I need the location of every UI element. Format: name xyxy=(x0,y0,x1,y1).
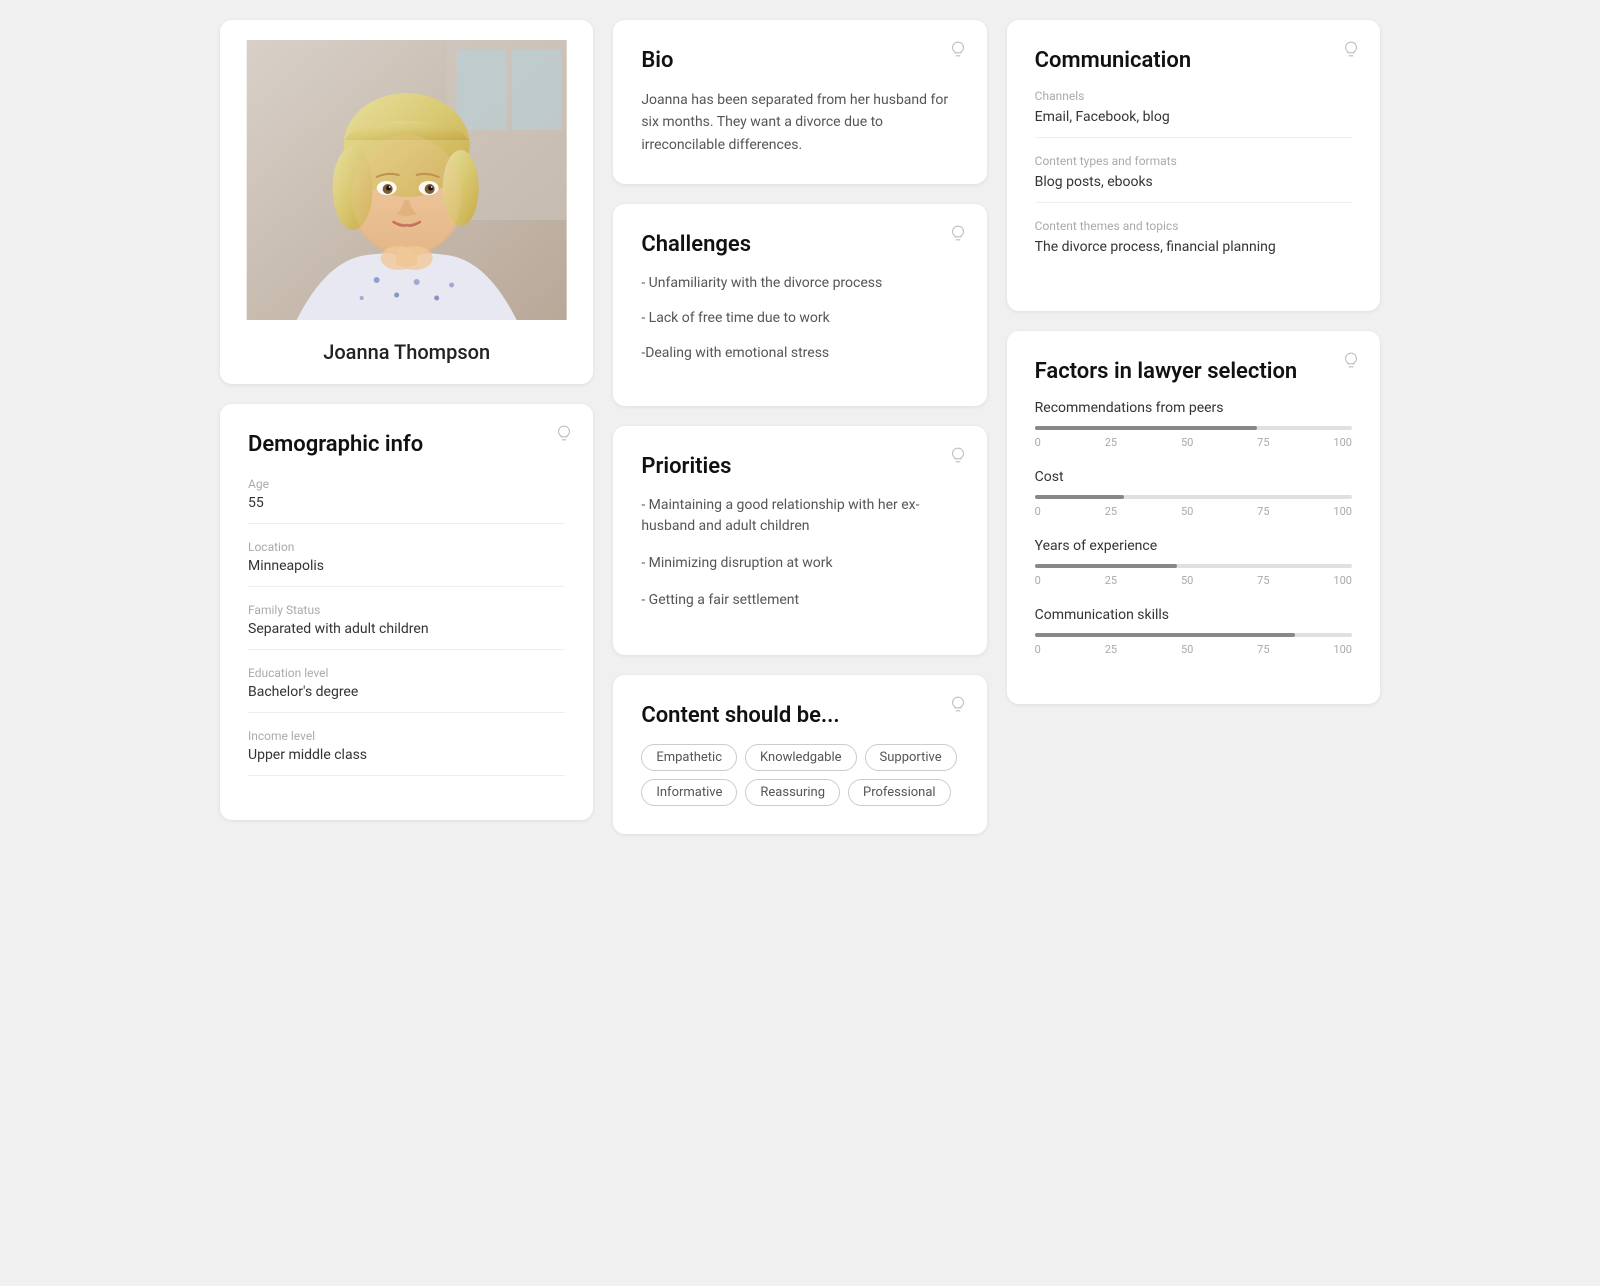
factor-fill-proper xyxy=(1035,564,1178,568)
demographic-icon xyxy=(555,424,573,446)
demo-field-value: Minneapolis xyxy=(248,558,565,587)
demo-field-label: Family Status xyxy=(248,603,565,617)
demo-field: Income level Upper middle class xyxy=(248,729,565,776)
demo-field: Age 55 xyxy=(248,477,565,524)
factor-label-proper: Cost xyxy=(1035,469,1352,485)
content-should-be-card: Content should be... Empathetic Knowledgab… xyxy=(613,675,986,834)
demo-field: Family Status Separated with adult childr… xyxy=(248,603,565,650)
communication-title: Communication xyxy=(1035,48,1352,73)
challenges-icon xyxy=(949,224,967,246)
content-tag-proper: Professional xyxy=(848,779,951,806)
column-1: Joanna Thompson Demographic info Age 55 Loca… xyxy=(220,20,593,834)
priorities-icon xyxy=(949,446,967,468)
demographic-title-proper: Demographic info xyxy=(248,432,565,457)
challenge-item: - Lack of free time due to work xyxy=(641,308,958,329)
communication-card: Communication Channels Email, Facebook, bl… xyxy=(1007,20,1380,311)
content-should-be-icon xyxy=(949,695,967,717)
priority-item-proper: - Minimizing disruption at work xyxy=(641,553,958,574)
demo-field: Location Minneapolis xyxy=(248,540,565,587)
tags-container-proper: Empathetic Knowledgable Supportive Informat… xyxy=(641,744,958,806)
factor-track-proper xyxy=(1035,426,1352,430)
bio-title: Bio xyxy=(641,48,958,73)
comm-section-proper: Channels Email, Facebook, blog xyxy=(1035,89,1352,138)
demographic-card-proper: Demographic info Age 55 Location Minneapolis… xyxy=(220,404,593,820)
proper-grid: Joanna Thompson Demographic info Age 55 Loca… xyxy=(220,20,1380,834)
factor-fill-proper xyxy=(1035,495,1124,499)
content-tag-proper: Supportive xyxy=(865,744,957,771)
comm-label-proper: Content themes and topics xyxy=(1035,219,1352,233)
demo-field-value: Bachelor's degree xyxy=(248,684,565,713)
factor-label-proper: Communication skills xyxy=(1035,607,1352,623)
comm-label-proper: Channels xyxy=(1035,89,1352,103)
demo-field-label: Education level xyxy=(248,666,565,680)
lawyer-selection-title: Factors in lawyer selection xyxy=(1035,359,1352,384)
demo-field-label: Income level xyxy=(248,729,565,743)
factor-fill-proper xyxy=(1035,633,1295,637)
demo-field: Education level Bachelor's degree xyxy=(248,666,565,713)
bio-icon xyxy=(949,40,967,62)
factor-label-proper: Years of experience xyxy=(1035,538,1352,554)
factor-track-proper xyxy=(1035,564,1352,568)
factor-scale-proper: 0255075100 xyxy=(1035,643,1352,656)
content-tag-proper: Empathetic xyxy=(641,744,737,771)
column-3: Communication Channels Email, Facebook, bl… xyxy=(1007,20,1380,834)
communication-icon xyxy=(1342,40,1360,62)
bio-text-proper: Joanna has been separated from her husba… xyxy=(641,89,958,156)
factor-scale-proper: 0255075100 xyxy=(1035,574,1352,587)
comm-section-proper: Content types and formats Blog posts, ebo… xyxy=(1035,154,1352,203)
content-tag-proper: Informative xyxy=(641,779,737,806)
demo-field-value: 55 xyxy=(248,495,565,524)
challenge-item: - Unfamiliarity with the divorce process xyxy=(641,273,958,294)
profile-card-proper: Joanna Thompson xyxy=(220,20,593,384)
factor-item-proper: Recommendations from peers 0255075100 xyxy=(1035,400,1352,449)
profile-name-proper: Joanna Thompson xyxy=(323,340,490,364)
content-tag-proper: Knowledgable xyxy=(745,744,857,771)
demo-field-value: Separated with adult children xyxy=(248,621,565,650)
priorities-card: Priorities - Maintaining a good relations… xyxy=(613,426,986,655)
demo-field-value: Upper middle class xyxy=(248,747,565,776)
factor-track-proper xyxy=(1035,495,1352,499)
lawyer-selection-card: Factors in lawyer selection Recommendatio… xyxy=(1007,331,1380,704)
factor-fill-proper xyxy=(1035,426,1257,430)
content-should-be-title: Content should be... xyxy=(641,703,958,728)
factor-item-proper: Communication skills 0255075100 xyxy=(1035,607,1352,656)
comm-value-proper: The divorce process, financial planning xyxy=(1035,239,1352,267)
factor-scale-proper: 0255075100 xyxy=(1035,436,1352,449)
priority-item-proper: - Maintaining a good relationship with h… xyxy=(641,495,958,537)
factor-item-proper: Cost 0255075100 xyxy=(1035,469,1352,518)
bio-card: Bio Joanna has been separated from her hu… xyxy=(613,20,986,184)
column-2: Bio Joanna has been separated from her hu… xyxy=(613,20,986,834)
content-tag-proper: Reassuring xyxy=(745,779,840,806)
challenges-card: Challenges - Unfamiliarity with the divor… xyxy=(613,204,986,406)
factor-track-proper xyxy=(1035,633,1352,637)
factor-scale-proper: 0255075100 xyxy=(1035,505,1352,518)
comm-value-proper: Blog posts, ebooks xyxy=(1035,174,1352,203)
demo-field-label: Age xyxy=(248,477,565,491)
demo-field-label: Location xyxy=(248,540,565,554)
factor-label-proper: Recommendations from peers xyxy=(1035,400,1352,416)
challenges-title: Challenges xyxy=(641,232,958,257)
factor-item-proper: Years of experience 0255075100 xyxy=(1035,538,1352,587)
comm-section-proper: Content themes and topics The divorce pro… xyxy=(1035,219,1352,267)
lawyer-selection-icon xyxy=(1342,351,1360,373)
comm-label-proper: Content types and formats xyxy=(1035,154,1352,168)
challenge-item: -Dealing with emotional stress xyxy=(641,343,958,364)
priority-item-proper: - Getting a fair settlement xyxy=(641,590,958,611)
profile-photo-proper xyxy=(240,40,573,320)
priorities-title: Priorities xyxy=(641,454,958,479)
comm-value-proper: Email, Facebook, blog xyxy=(1035,109,1352,138)
